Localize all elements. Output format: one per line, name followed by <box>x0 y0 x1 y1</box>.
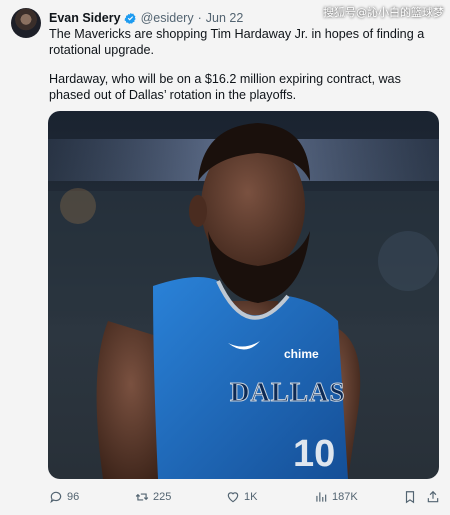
share-button[interactable] <box>426 490 444 504</box>
like-count: 1K <box>244 491 258 503</box>
like-button[interactable]: 1K <box>226 490 257 504</box>
retweet-icon <box>135 493 149 501</box>
views-button[interactable]: 187K <box>314 490 358 504</box>
tweet-header: Evan Sidery @esidery · Jun 22 <box>49 10 243 26</box>
tweet-media-image[interactable]: chime DALLAS 10 <box>48 111 439 479</box>
author-handle[interactable]: @esidery <box>141 11 194 25</box>
tweet-text-paragraph-2: Hardaway, who will be on a $16.2 million… <box>49 72 401 102</box>
share-icon <box>427 490 439 503</box>
bookmark-button[interactable] <box>403 490 421 504</box>
reply-button[interactable]: 96 <box>49 490 79 504</box>
watermark: 搜狐号@訫小白的篮球梦 <box>323 6 444 19</box>
verified-badge-icon <box>124 12 136 24</box>
header-separator: · <box>197 11 202 25</box>
bookmark-icon <box>405 491 415 504</box>
heart-icon <box>227 492 239 503</box>
views-count: 187K <box>332 491 358 503</box>
retweet-button[interactable]: 225 <box>135 490 171 504</box>
avatar[interactable] <box>11 8 41 38</box>
jersey-sponsor: chime <box>284 347 319 361</box>
tweet-date[interactable]: Jun 22 <box>206 11 244 25</box>
reply-icon <box>50 491 62 504</box>
views-icon <box>316 492 327 502</box>
tweet-actions-bar: 96 225 1K 187K <box>0 490 450 508</box>
jersey-team-name: DALLAS <box>230 377 346 408</box>
jersey-number: 10 <box>293 433 336 475</box>
tweet-text-paragraph-1: The Mavericks are shopping Tim Hardaway … <box>49 27 425 57</box>
author-name[interactable]: Evan Sidery <box>49 11 121 25</box>
retweet-count: 225 <box>153 491 172 503</box>
reply-count: 96 <box>67 491 80 503</box>
tweet-card[interactable]: Evan Sidery @esidery · Jun 22 搜狐号@訫小白的篮球… <box>0 0 450 515</box>
player-photo <box>48 123 439 479</box>
